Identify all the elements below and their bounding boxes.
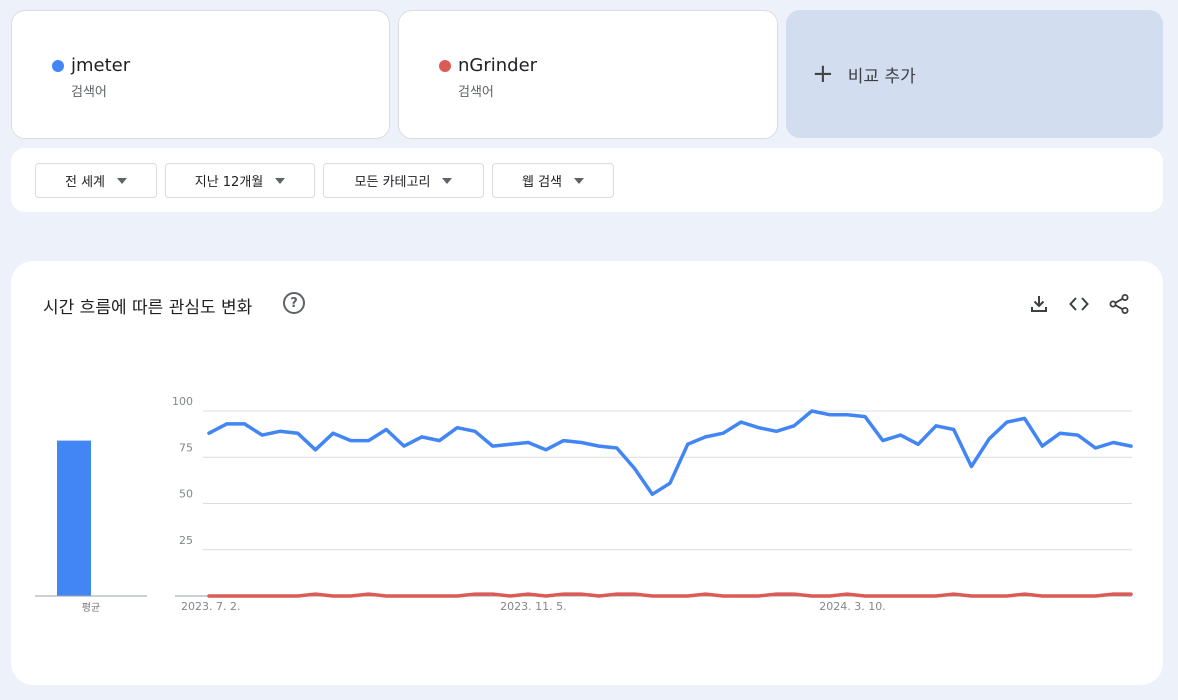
add-comparison-label: 비교 추가 bbox=[847, 66, 916, 87]
series-line-nGrinder bbox=[207, 592, 1133, 598]
term-type-label: 검색어 bbox=[71, 85, 107, 100]
x-tick-label: 2023. 7. 2. bbox=[181, 600, 240, 613]
term-name: nGrinder bbox=[458, 55, 538, 76]
y-tick-label: 50 bbox=[179, 488, 193, 501]
x-tick-label: 2024. 3. 10. bbox=[819, 600, 885, 613]
filter-label: 지난 12개월 bbox=[194, 175, 264, 190]
trend-chart: 평균 25 50 75 100 2023. 7. 2. 2023. 11. 5. 2024… bbox=[35, 395, 1133, 614]
category-filter-dropdown[interactable]: 모든 카테고리 bbox=[323, 163, 484, 198]
term-type-label: 검색어 bbox=[458, 85, 494, 100]
time-range-filter-dropdown[interactable]: 지난 12개월 bbox=[165, 163, 315, 198]
x-tick-label: 2023. 11. 5. bbox=[500, 600, 566, 613]
download-icon[interactable] bbox=[1028, 293, 1050, 315]
interest-over-time-card: 시간 흐름에 따른 관심도 변화 ? 평균 25 50 75 100 2023. 7.… bbox=[11, 261, 1163, 685]
term-color-dot bbox=[439, 59, 451, 72]
chart-title: 시간 흐름에 따른 관심도 변화 bbox=[43, 298, 253, 318]
share-icon[interactable] bbox=[1108, 293, 1130, 315]
term-color-dot bbox=[52, 59, 64, 72]
average-bar-jmeter bbox=[57, 440, 91, 596]
term-card-ngrinder[interactable]: nGrinder 검색어 bbox=[398, 10, 778, 139]
filter-bar: 전 세계 지난 12개월 모든 카테고리 웹 검색 bbox=[11, 148, 1163, 212]
plus-icon: + bbox=[812, 59, 834, 89]
caret-down-icon bbox=[117, 177, 127, 184]
filter-label: 웹 검색 bbox=[521, 175, 562, 190]
filter-label: 모든 카테고리 bbox=[354, 175, 431, 190]
y-tick-label: 25 bbox=[179, 534, 193, 547]
average-label: 평균 bbox=[82, 602, 100, 614]
region-filter-dropdown[interactable]: 전 세계 bbox=[35, 163, 157, 198]
search-type-filter-dropdown[interactable]: 웹 검색 bbox=[492, 163, 614, 198]
term-card-jmeter[interactable]: jmeter 검색어 bbox=[11, 10, 390, 139]
caret-down-icon bbox=[275, 177, 286, 184]
filter-label: 전 세계 bbox=[64, 175, 105, 190]
caret-down-icon bbox=[574, 177, 584, 184]
add-comparison-button[interactable]: + 비교 추가 bbox=[786, 10, 1163, 138]
y-tick-label: 75 bbox=[179, 441, 193, 454]
embed-code-icon[interactable] bbox=[1068, 293, 1090, 315]
series-line-jmeter bbox=[207, 409, 1133, 497]
term-name: jmeter bbox=[71, 55, 131, 76]
caret-down-icon bbox=[442, 177, 453, 184]
help-icon[interactable]: ? bbox=[283, 292, 305, 314]
y-tick-label: 100 bbox=[172, 395, 193, 408]
